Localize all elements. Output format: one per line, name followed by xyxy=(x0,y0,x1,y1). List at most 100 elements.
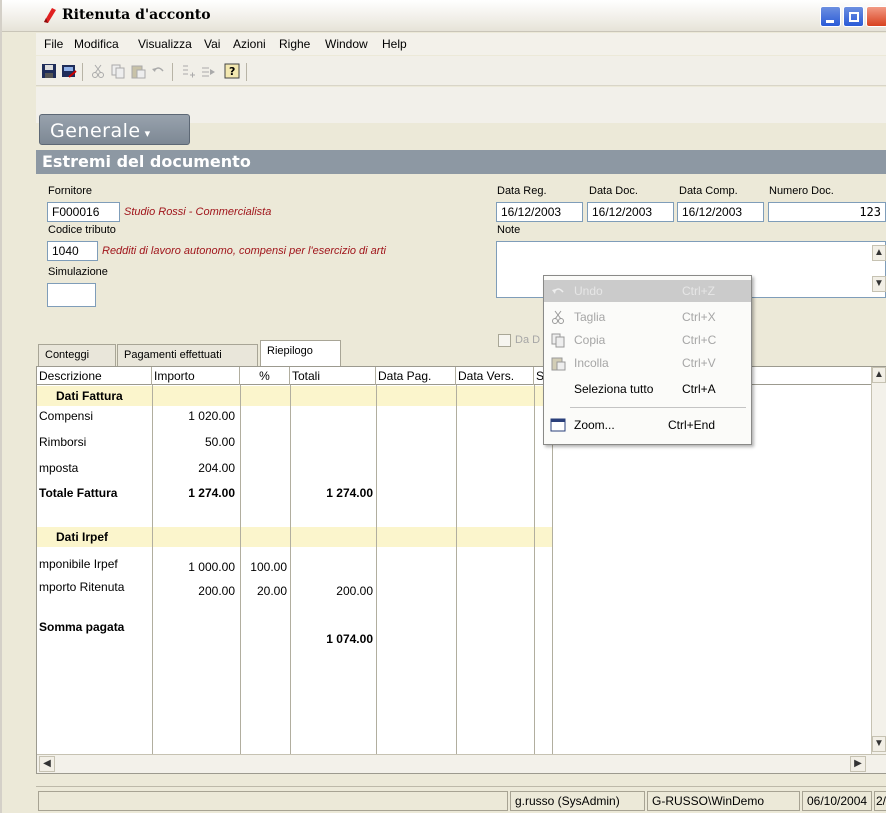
da-checkbox[interactable] xyxy=(498,334,511,347)
menu-item-seleziona-tutto[interactable]: Seleziona tutto Ctrl+A xyxy=(544,378,751,400)
riepilogo-grid: Descrizione Importo % Totali Data Pag. D… xyxy=(36,366,886,774)
menu-item-shortcut: Ctrl+Z xyxy=(682,284,715,298)
row-totali: 1 274.00 xyxy=(326,486,373,500)
da-checkbox-label: Da D xyxy=(515,334,541,346)
tab-conteggi[interactable]: Conteggi xyxy=(38,344,116,366)
row-totali: 1 074.00 xyxy=(326,632,373,646)
copy-icon[interactable] xyxy=(110,63,126,79)
paste-icon[interactable] xyxy=(130,63,146,79)
move-row-icon[interactable] xyxy=(200,63,216,79)
toolbar-separator xyxy=(172,63,173,81)
data-comp-field[interactable]: 16/12/2003 xyxy=(677,202,764,222)
menu-righe[interactable]: Righe xyxy=(279,37,310,51)
simulazione-field[interactable] xyxy=(47,283,96,307)
grid-column-divider xyxy=(152,385,153,755)
row-importo: 1 020.00 xyxy=(188,409,235,423)
grid-column-divider xyxy=(290,385,291,755)
close-button[interactable] xyxy=(866,6,886,27)
menu-item-label: Taglia xyxy=(574,310,606,324)
title-bar[interactable]: Ritenuta d'acconto xyxy=(2,0,886,32)
numero-doc-field[interactable]: 123 xyxy=(768,202,886,222)
status-bar: g.russo (SysAdmin) G-RUSSO\WinDemo 06/10… xyxy=(36,786,886,813)
codice-tributo-field[interactable]: 1040 xyxy=(47,241,98,261)
fornitore-code-field[interactable]: F000016 xyxy=(47,202,120,222)
data-doc-label: Data Doc. xyxy=(589,185,638,197)
minimize-button[interactable] xyxy=(820,6,841,27)
toolbar-separator xyxy=(82,63,83,81)
menu-help[interactable]: Help xyxy=(382,37,407,51)
menu-modifica[interactable]: Modifica xyxy=(74,37,119,51)
menu-item-copia[interactable]: Copia Ctrl+C xyxy=(544,329,751,351)
column-data-pag[interactable]: Data Pag. xyxy=(376,367,456,385)
menu-vai[interactable]: Vai xyxy=(204,37,220,51)
menu-window[interactable]: Window xyxy=(325,37,368,51)
grid-vertical-scrollbar[interactable]: ▲ ▼ xyxy=(871,367,886,754)
undo-icon[interactable] xyxy=(150,63,166,79)
copy-icon xyxy=(551,333,565,348)
save-close-icon[interactable] xyxy=(61,63,77,79)
undo-icon xyxy=(552,288,564,294)
simulazione-label: Simulazione xyxy=(48,266,108,278)
grid-column-divider xyxy=(456,385,457,755)
scroll-up-icon[interactable]: ▲ xyxy=(872,367,886,383)
menu-item-undo[interactable]: Undo Ctrl+Z xyxy=(544,280,751,302)
menu-item-incolla[interactable]: Incolla Ctrl+V xyxy=(544,352,751,374)
paste-icon xyxy=(551,357,566,371)
grid-column-divider xyxy=(376,385,377,755)
insert-row-icon[interactable] xyxy=(180,63,196,79)
menu-item-taglia[interactable]: Taglia Ctrl+X xyxy=(544,306,751,328)
row-percent: 20.00 xyxy=(256,584,287,598)
scroll-down-icon[interactable]: ▼ xyxy=(872,736,886,752)
tab-pagamenti-effettuati[interactable]: Pagamenti effettuati xyxy=(117,344,258,366)
row-descrizione: Somma pagata xyxy=(39,620,125,634)
tab-riepilogo[interactable]: Riepilogo xyxy=(260,340,341,367)
data-doc-field[interactable]: 16/12/2003 xyxy=(587,202,674,222)
application-window: Ritenuta d'acconto File Modifica Visuali… xyxy=(0,0,886,813)
help-icon[interactable]: ? xyxy=(224,63,240,79)
column-descrizione[interactable]: Descrizione xyxy=(37,367,152,385)
fornitore-name: Studio Rossi - Commercialista xyxy=(124,206,272,218)
band-row xyxy=(37,527,552,547)
menu-separator xyxy=(570,407,746,408)
scroll-right-icon[interactable]: ▶ xyxy=(850,756,866,772)
generale-dropdown-button[interactable]: Generale ▾ xyxy=(39,114,190,145)
menu-item-shortcut: Ctrl+X xyxy=(682,310,716,324)
note-scroll-up-icon[interactable]: ▲ xyxy=(872,245,886,261)
context-menu: Undo Ctrl+Z Taglia Ctrl+X Copia Ctrl+C I… xyxy=(543,275,752,445)
menu-item-zoom[interactable]: Zoom... Ctrl+End xyxy=(544,414,751,436)
column-totali[interactable]: Totali xyxy=(290,367,376,385)
row-descrizione: Rimborsi xyxy=(39,435,87,449)
numero-doc-label: Numero Doc. xyxy=(769,185,834,197)
status-date: 06/10/2004 xyxy=(802,791,872,811)
row-descrizione: Compensi xyxy=(39,409,94,423)
chevron-down-icon: ▾ xyxy=(140,127,151,140)
grid-horizontal-scrollbar[interactable]: ◀ ▶ xyxy=(37,754,886,773)
menu-item-label: Seleziona tutto xyxy=(574,382,654,396)
codice-tributo-description: Redditi di lavoro autonomo, compensi per… xyxy=(102,245,386,257)
document-form: Fornitore F000016 Studio Rossi - Commerc… xyxy=(36,175,886,340)
fornitore-label: Fornitore xyxy=(48,185,93,197)
status-machine: G-RUSSO\WinDemo xyxy=(647,791,800,811)
row-importo: 200.00 xyxy=(198,584,235,598)
note-scroll-down-icon[interactable]: ▼ xyxy=(872,276,886,292)
column-importo[interactable]: Importo xyxy=(152,367,240,385)
menu-item-shortcut: Ctrl+A xyxy=(682,382,716,396)
column-data-vers[interactable]: Data Vers. xyxy=(456,367,534,385)
menu-file[interactable]: File xyxy=(44,37,63,51)
row-descrizione: Totale Fattura xyxy=(39,486,118,500)
scroll-left-icon[interactable]: ◀ xyxy=(39,756,55,772)
toolbar: ? xyxy=(36,56,886,86)
window-title: Ritenuta d'acconto xyxy=(62,7,211,23)
maximize-button[interactable] xyxy=(843,6,864,27)
cut-icon[interactable] xyxy=(90,63,106,79)
menu-visualizza[interactable]: Visualizza xyxy=(138,37,192,51)
data-reg-field[interactable]: 16/12/2003 xyxy=(496,202,583,222)
column-percent[interactable]: % xyxy=(240,367,290,385)
row-importo: 1 000.00 xyxy=(188,560,235,574)
note-label: Note xyxy=(497,224,521,236)
row-totali: 200.00 xyxy=(336,584,373,598)
grid-header: Descrizione Importo % Totali Data Pag. D… xyxy=(37,367,886,385)
menu-item-shortcut: Ctrl+End xyxy=(668,418,716,432)
save-icon[interactable] xyxy=(41,63,57,79)
menu-azioni[interactable]: Azioni xyxy=(233,37,266,51)
